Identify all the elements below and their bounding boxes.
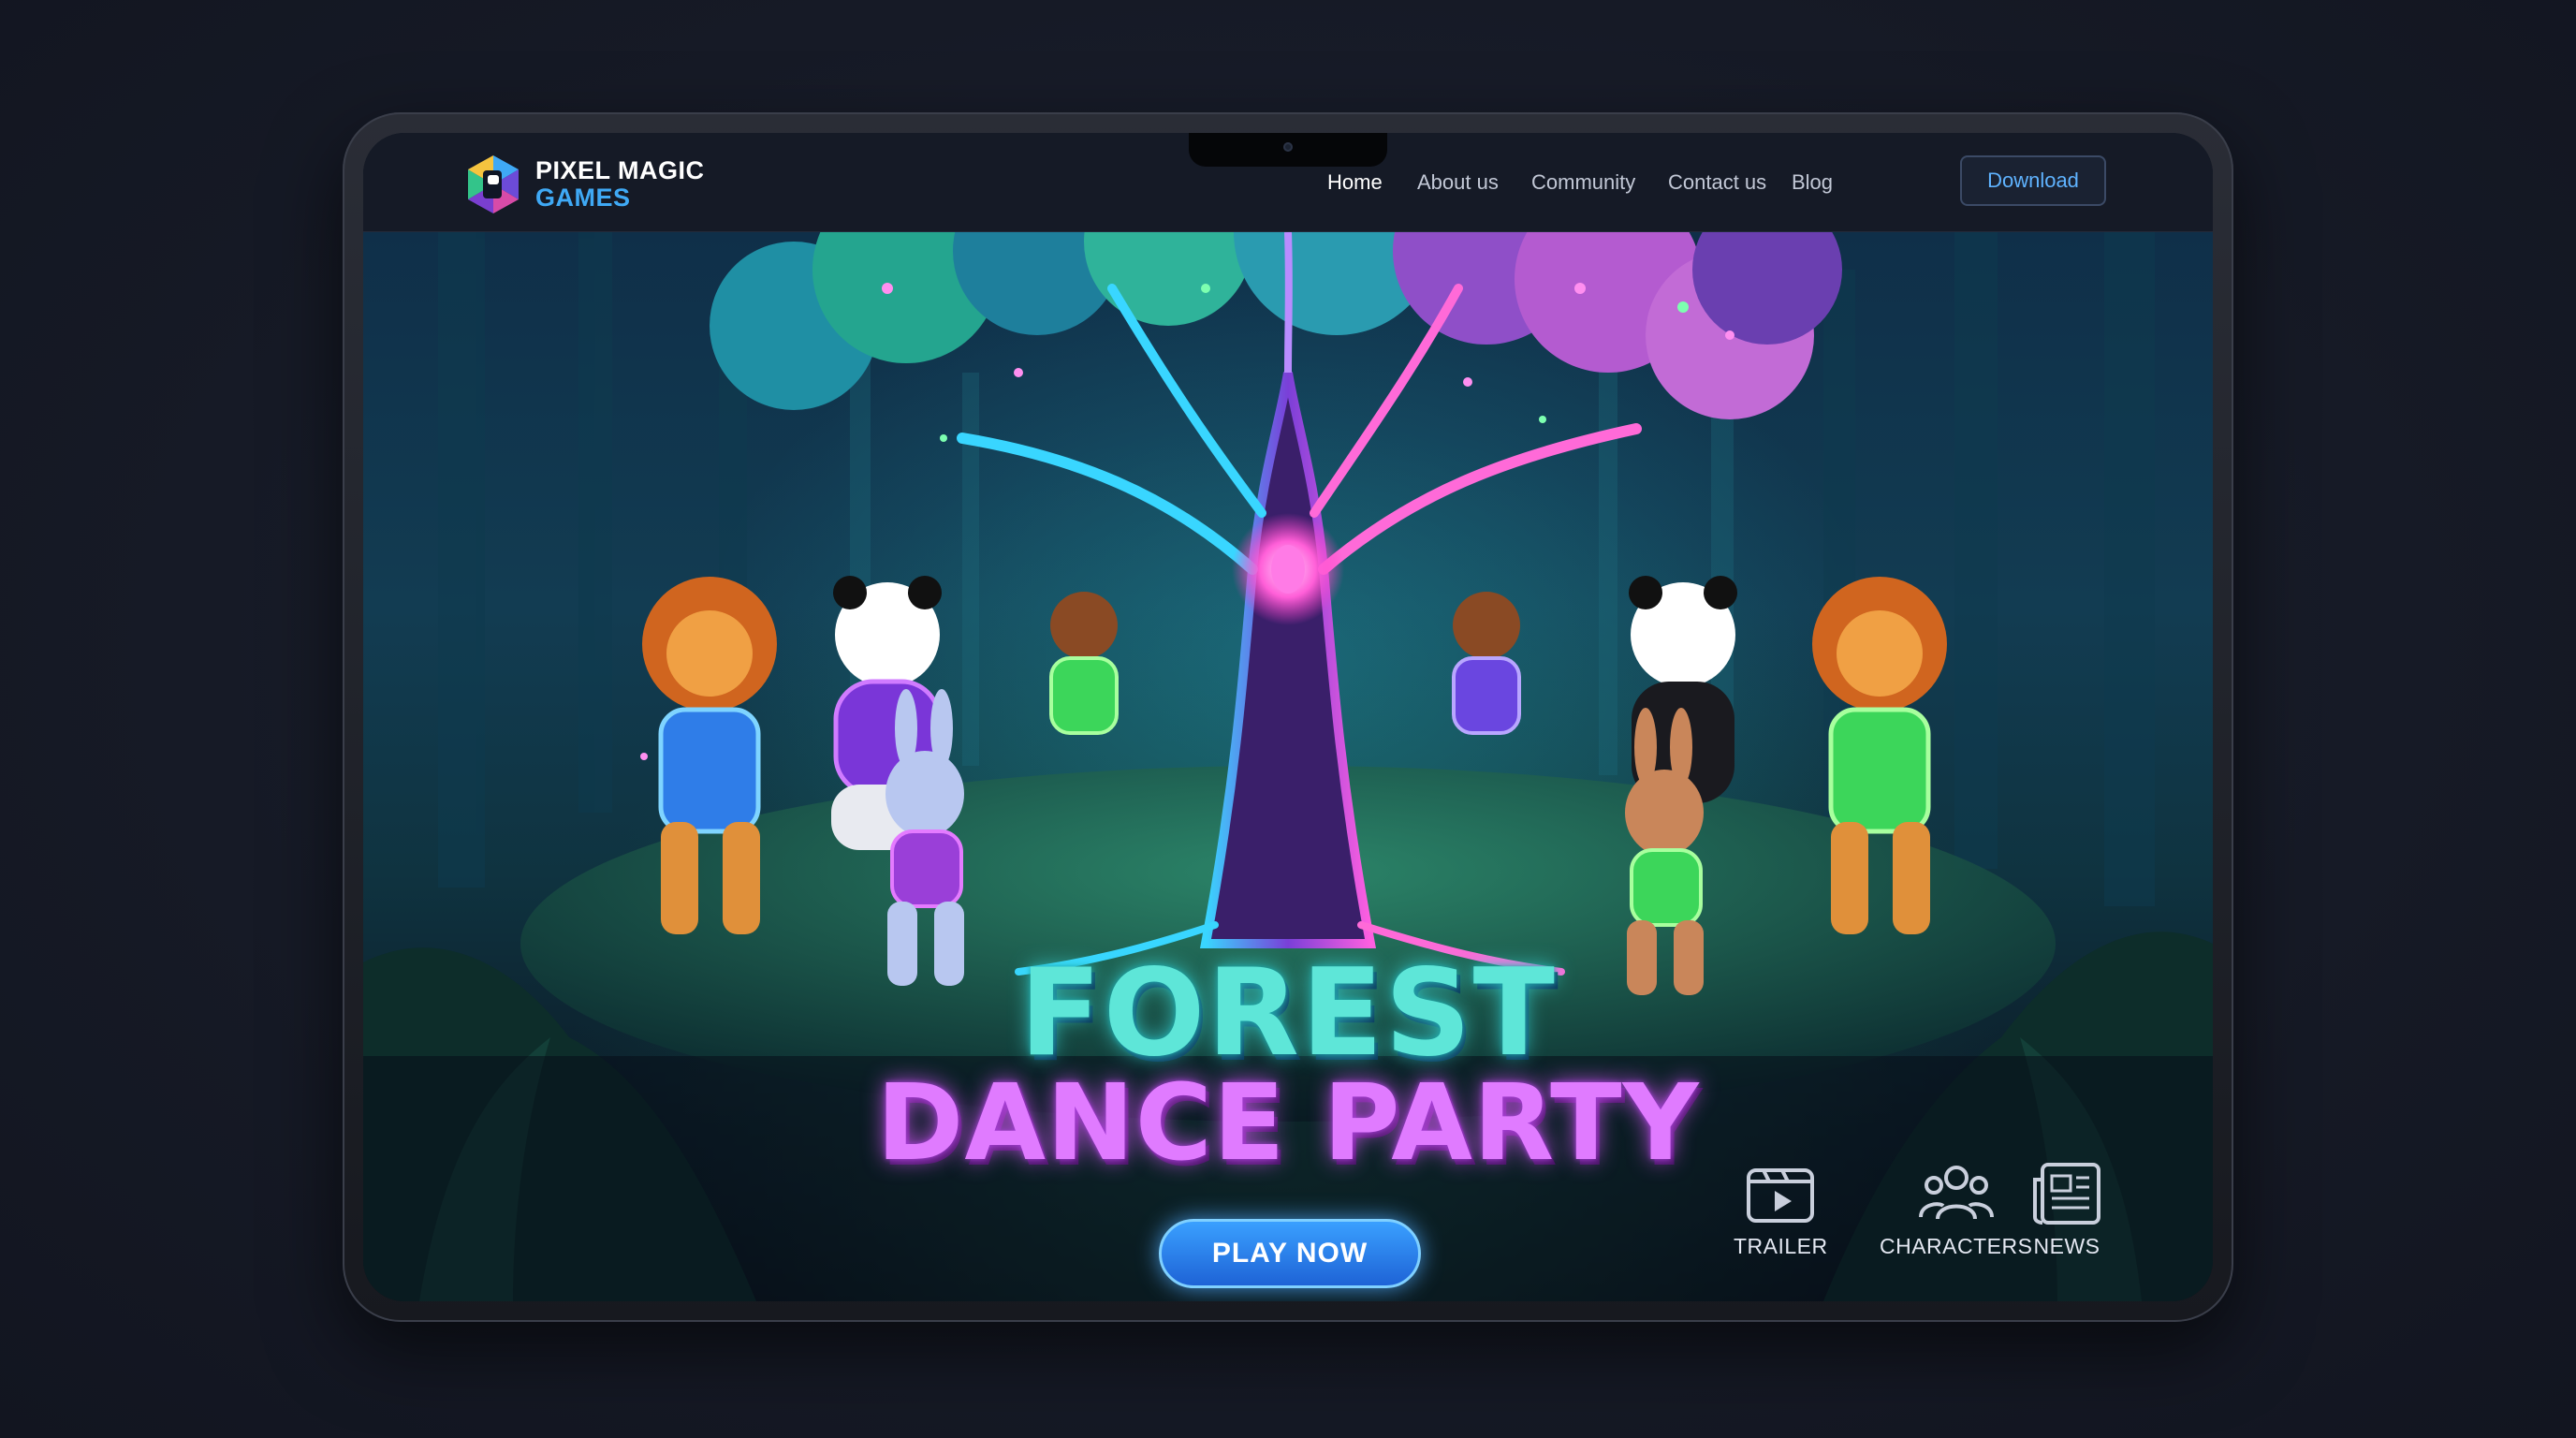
hero-banner: FOREST DANCE PARTY PLAY NOW TRAILER CHAR… <box>363 232 2213 1301</box>
newspaper-icon <box>2033 1163 2100 1225</box>
trailer-label: TRAILER <box>1734 1234 1828 1258</box>
nav-contact-us[interactable]: Contact us <box>1668 170 1766 195</box>
news-link[interactable]: NEWS <box>2029 1161 2104 1259</box>
tablet-frame: PIXEL MAGIC GAMES Home About us Communit… <box>343 112 2233 1322</box>
camera-icon <box>1283 142 1293 152</box>
nav-community[interactable]: Community <box>1531 170 1635 195</box>
news-label: NEWS <box>2033 1234 2100 1258</box>
characters-link[interactable]: CHARACTERS <box>1880 1161 2032 1259</box>
download-button[interactable]: Download <box>1960 155 2106 206</box>
device-screen: PIXEL MAGIC GAMES Home About us Communit… <box>363 133 2213 1301</box>
nav-blog[interactable]: Blog <box>1792 170 1833 195</box>
people-group-icon <box>1918 1166 1994 1220</box>
nav-about-us[interactable]: About us <box>1417 170 1499 195</box>
nav-home[interactable]: Home <box>1327 170 1383 195</box>
characters-label: CHARACTERS <box>1880 1234 2033 1258</box>
trailer-link[interactable]: TRAILER <box>1734 1161 1828 1259</box>
camera-notch <box>1189 133 1387 167</box>
video-play-icon <box>1747 1168 1815 1223</box>
play-now-button[interactable]: PLAY NOW <box>1159 1219 1421 1288</box>
